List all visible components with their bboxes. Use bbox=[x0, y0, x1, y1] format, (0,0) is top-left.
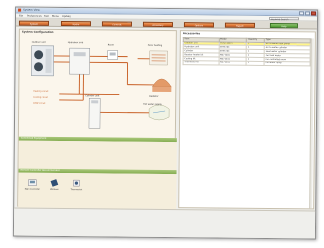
thermostat-icon bbox=[73, 179, 80, 187]
radiator-icon[interactable] bbox=[152, 78, 172, 93]
equipment-area bbox=[18, 140, 177, 171]
table-cell: Thermistor kit bbox=[183, 60, 219, 65]
side-label-heating: Heating circuit bbox=[33, 90, 48, 93]
tab-hydro[interactable]: Hydro bbox=[60, 20, 91, 26]
controller-list: Main Controller Wireless Thermostat bbox=[18, 172, 177, 210]
diagram-label-hotwater: Hot water supply bbox=[143, 103, 162, 106]
floor-heating-icon[interactable] bbox=[149, 50, 168, 66]
window-title: System View bbox=[23, 8, 40, 12]
controller-label: Thermostat bbox=[70, 189, 83, 192]
diagram-label-hydrobox: Hydrobox unit bbox=[68, 41, 84, 44]
accessories-panel: Accessories Item Model Quantity Type Out… bbox=[178, 30, 316, 210]
diagram-label-floor: Floor heating bbox=[148, 44, 163, 47]
tab-options[interactable]: Options bbox=[183, 21, 214, 27]
accessories-table: Item Model Quantity Type Outdoor unit PU… bbox=[183, 37, 311, 66]
tab-system[interactable]: System bbox=[18, 20, 49, 26]
app-icon bbox=[18, 8, 22, 12]
system-diagram: Outdoor unit Hydrobox unit Room Floor he… bbox=[31, 41, 172, 129]
remote-controller-icon bbox=[28, 179, 37, 186]
accessories-title: Accessories bbox=[182, 32, 201, 36]
cylinder-unit-icon[interactable] bbox=[88, 98, 101, 129]
minimize-button[interactable] bbox=[299, 11, 305, 16]
diagram-label-cylinder: Cylinder unit bbox=[85, 94, 99, 97]
menu-item-update[interactable]: Update bbox=[62, 15, 71, 18]
table-cell: PAC-SE41 bbox=[218, 61, 247, 66]
vertical-scrollbar[interactable] bbox=[308, 38, 314, 209]
menu-item-menu[interactable]: Menu bbox=[52, 15, 59, 18]
tab-controls[interactable]: Controls bbox=[101, 20, 132, 27]
controller-label: Main Controller bbox=[24, 188, 40, 191]
wireless-controller-icon bbox=[50, 179, 59, 187]
tab-help[interactable]: Help bbox=[269, 22, 298, 28]
search-input[interactable]: keyword Search bbox=[268, 16, 300, 21]
outdoor-unit-icon[interactable] bbox=[31, 45, 54, 77]
maximize-button[interactable] bbox=[305, 11, 311, 16]
diagram-label-radiator: Radiator bbox=[149, 95, 158, 98]
table-cell: 1 bbox=[246, 61, 265, 66]
status-bar bbox=[13, 207, 316, 239]
controller-main[interactable]: Main Controller bbox=[24, 179, 40, 191]
diagram-label-outdoor: Outdoor unit bbox=[32, 41, 46, 44]
tab-bar: System Hydro Controls Accessory Options … bbox=[15, 18, 317, 30]
pipe-lines bbox=[52, 55, 155, 114]
menu-item-file[interactable]: File bbox=[19, 15, 23, 18]
menu-item-tool[interactable]: Tool bbox=[44, 15, 49, 18]
tab-report[interactable]: Report bbox=[224, 22, 255, 28]
tab-accessory[interactable]: Accessory bbox=[142, 21, 173, 27]
close-button[interactable] bbox=[311, 11, 317, 16]
controller-thermostat[interactable]: Thermostat bbox=[68, 179, 84, 191]
controller-wireless[interactable]: Wireless bbox=[46, 179, 62, 191]
menu-item-preferences[interactable]: Preferences bbox=[27, 15, 42, 18]
side-label-cooling: Cooling circuit bbox=[33, 96, 48, 99]
diagram-label-room: Room bbox=[108, 43, 114, 46]
hot-water-icon[interactable] bbox=[148, 104, 170, 121]
side-label-dhw: DHW circuit bbox=[33, 102, 45, 105]
table-cell: For water temp bbox=[264, 61, 311, 66]
room-unit-icon[interactable] bbox=[107, 50, 118, 60]
table-row[interactable]: Thermistor kit PAC-SE41 1 For water temp bbox=[183, 60, 311, 66]
hydrobox-icon[interactable] bbox=[69, 47, 90, 75]
system-configuration-panel: System Configuration Outdoor unit Hydrob… bbox=[17, 28, 177, 210]
application-window: System View File Preferences Tool Menu U… bbox=[12, 6, 319, 240]
controller-label: Wireless bbox=[50, 188, 59, 191]
